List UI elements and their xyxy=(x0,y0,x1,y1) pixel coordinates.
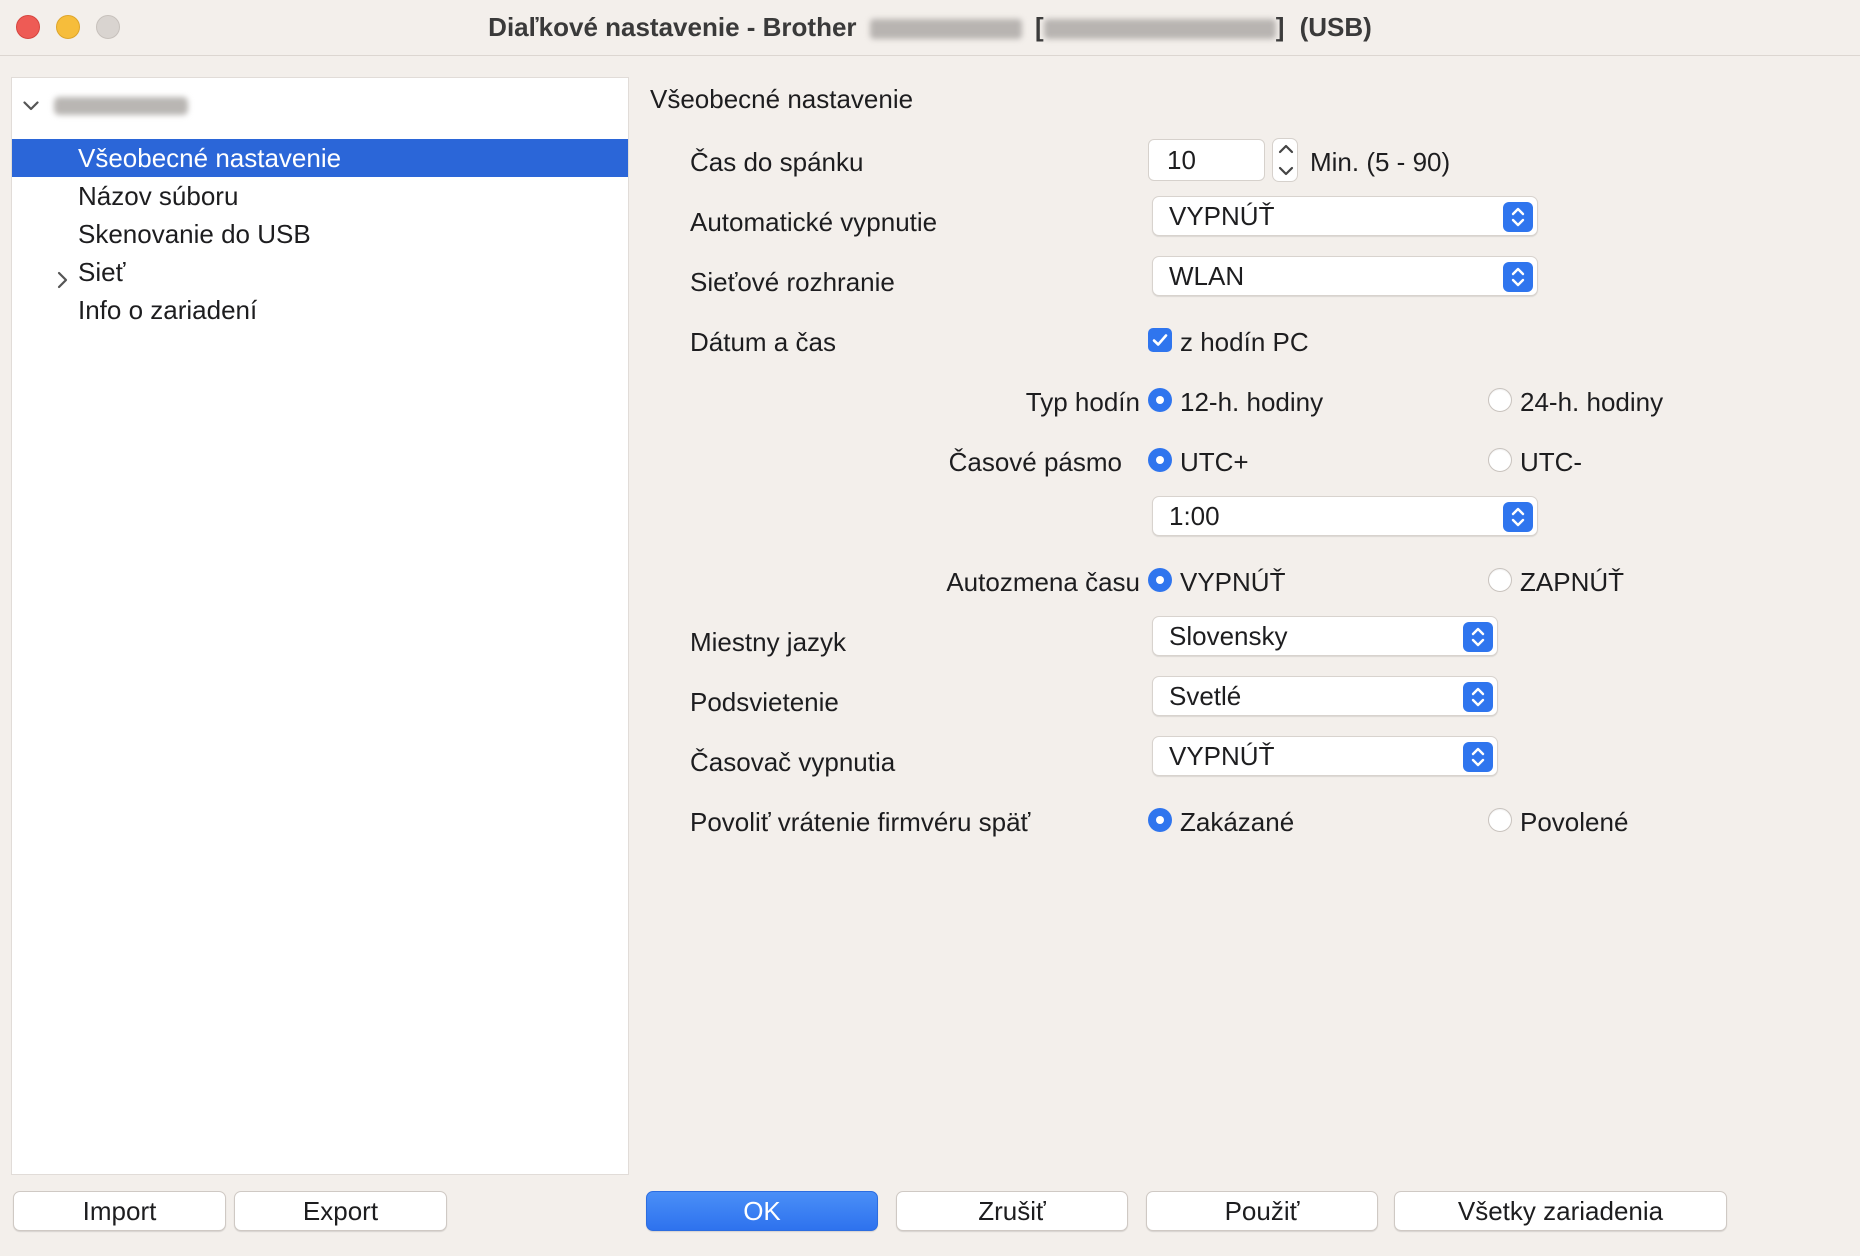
window-title-open-bracket: [ xyxy=(1035,12,1044,42)
firmware-rollback-enabled-radio[interactable] xyxy=(1488,808,1512,832)
redacted-model-name xyxy=(869,19,1022,40)
sleep-time-label: Čas do spánku xyxy=(690,147,864,177)
redacted-device-name xyxy=(54,97,188,115)
network-interface-select[interactable]: WLAN xyxy=(1152,256,1538,296)
checkmark-icon xyxy=(1152,334,1168,346)
popup-arrows-icon xyxy=(1503,502,1533,532)
auto-off-select[interactable]: VYPNÚŤ xyxy=(1152,196,1538,236)
settings-tree: Všeobecné nastavenie Názov súboru Skenov… xyxy=(11,77,629,1175)
tree-item-label: Sieť xyxy=(78,257,126,287)
local-language-label: Miestny jazyk xyxy=(690,627,847,657)
auto-daylight-off-label[interactable]: VYPNÚŤ xyxy=(1180,567,1285,598)
popup-arrows-icon xyxy=(1503,202,1533,232)
sleep-time-range: Min. (5 - 90) xyxy=(1310,147,1451,177)
window-title-close-bracket: ] xyxy=(1275,12,1285,42)
tree-item-device-info[interactable]: Info o zariadení xyxy=(12,291,628,329)
remote-setup-window: Diaľkové nastavenie - Brother [] (USB) V… xyxy=(0,0,1860,1256)
tree-item-file-name[interactable]: Názov súboru xyxy=(12,177,628,215)
cancel-button[interactable]: Zrušiť xyxy=(896,1191,1128,1231)
clock-24h-label[interactable]: 24-h. hodiny xyxy=(1520,387,1663,418)
date-time-label: Dátum a čas xyxy=(690,327,836,357)
redacted-serial xyxy=(1043,19,1276,40)
firmware-rollback-disabled-radio[interactable] xyxy=(1148,808,1172,832)
sleep-time-input[interactable]: 10 xyxy=(1148,139,1265,181)
pc-clock-checkbox-label[interactable]: z hodín PC xyxy=(1180,327,1309,358)
popup-arrows-icon xyxy=(1463,622,1493,652)
tree-item-label: Názov súboru xyxy=(78,181,239,211)
clock-12h-label[interactable]: 12-h. hodiny xyxy=(1180,387,1323,418)
off-timer-select[interactable]: VYPNÚŤ xyxy=(1152,736,1498,776)
sleep-time-stepper[interactable] xyxy=(1272,138,1298,182)
auto-daylight-off-radio[interactable] xyxy=(1148,568,1172,592)
firmware-rollback-label: Povoliť vrátenie firmvéru späť xyxy=(690,807,1031,837)
backlight-label: Podsvietenie xyxy=(690,687,839,717)
utc-plus-label[interactable]: UTC+ xyxy=(1180,447,1249,478)
chevron-right-icon[interactable] xyxy=(52,262,72,289)
firmware-rollback-disabled-label[interactable]: Zakázané xyxy=(1180,807,1294,838)
network-interface-value: WLAN xyxy=(1169,261,1245,291)
auto-daylight-on-radio[interactable] xyxy=(1488,568,1512,592)
all-devices-button[interactable]: Všetky zariadenia xyxy=(1394,1191,1727,1231)
auto-daylight-label: Autozmena času xyxy=(946,567,1140,597)
title-bar: Diaľkové nastavenie - Brother [] (USB) xyxy=(0,0,1860,56)
clock-24h-radio[interactable] xyxy=(1488,388,1512,412)
window-title: Diaľkové nastavenie - Brother [] (USB) xyxy=(0,12,1860,43)
tree-item-scan-to-usb[interactable]: Skenovanie do USB xyxy=(12,215,628,253)
firmware-rollback-enabled-label[interactable]: Povolené xyxy=(1520,807,1628,838)
panel-title: Všeobecné nastavenie xyxy=(650,84,914,114)
popup-arrows-icon xyxy=(1463,742,1493,772)
local-language-select[interactable]: Slovensky xyxy=(1152,616,1498,656)
utc-minus-label[interactable]: UTC- xyxy=(1520,447,1582,478)
auto-off-value: VYPNÚŤ xyxy=(1169,201,1275,231)
export-button[interactable]: Export xyxy=(234,1191,447,1231)
time-zone-offset-value: 1:00 xyxy=(1169,501,1220,531)
utc-minus-radio[interactable] xyxy=(1488,448,1512,472)
tree-item-label: Info o zariadení xyxy=(78,295,258,325)
tree-item-label: Skenovanie do USB xyxy=(78,219,311,249)
pc-clock-checkbox[interactable] xyxy=(1148,328,1172,352)
time-zone-label: Časové pásmo xyxy=(948,447,1122,477)
window-title-text: Diaľkové nastavenie - Brother xyxy=(488,12,857,42)
import-button[interactable]: Import xyxy=(13,1191,226,1231)
popup-arrows-icon xyxy=(1503,262,1533,292)
auto-off-label: Automatické vypnutie xyxy=(690,207,938,237)
apply-button[interactable]: Použiť xyxy=(1146,1191,1378,1231)
ok-button[interactable]: OK xyxy=(646,1191,878,1231)
off-timer-value: VYPNÚŤ xyxy=(1169,741,1275,771)
clock-type-label: Typ hodín xyxy=(1025,387,1140,417)
auto-daylight-on-label[interactable]: ZAPNÚŤ xyxy=(1520,567,1624,598)
backlight-select[interactable]: Svetlé xyxy=(1152,676,1498,716)
window-title-connection: (USB) xyxy=(1299,12,1372,42)
off-timer-label: Časovač vypnutia xyxy=(690,747,896,777)
tree-root-device[interactable] xyxy=(20,86,188,126)
clock-12h-radio[interactable] xyxy=(1148,388,1172,412)
backlight-value: Svetlé xyxy=(1169,681,1242,711)
network-interface-label: Sieťové rozhranie xyxy=(690,267,895,297)
tree-item-label: Všeobecné nastavenie xyxy=(78,143,342,173)
popup-arrows-icon xyxy=(1463,682,1493,712)
tree-item-network[interactable]: Sieť xyxy=(12,253,628,291)
tree-item-general-setup[interactable]: Všeobecné nastavenie xyxy=(12,139,628,177)
utc-plus-radio[interactable] xyxy=(1148,448,1172,472)
local-language-value: Slovensky xyxy=(1169,621,1288,651)
time-zone-offset-select[interactable]: 1:00 xyxy=(1152,496,1538,536)
chevron-down-icon[interactable] xyxy=(20,95,42,117)
chevron-up-icon[interactable] xyxy=(1278,144,1294,154)
chevron-down-icon[interactable] xyxy=(1278,166,1294,176)
